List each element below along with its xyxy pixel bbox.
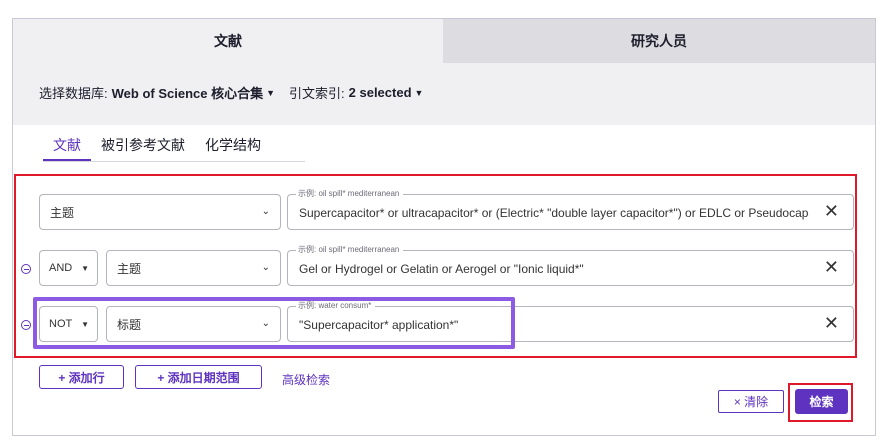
operator-select-row2[interactable]: AND ▼: [39, 250, 98, 286]
subtab-chemical-structures[interactable]: 化学结构: [195, 134, 271, 161]
query-input-row1[interactable]: 示例: oil spill* mediterranean Supercapaci…: [287, 188, 854, 230]
search-button[interactable]: 检索: [795, 389, 848, 414]
add-row-button[interactable]: + 添加行: [39, 365, 124, 389]
field-select-row1[interactable]: 主题 ⌄: [39, 194, 281, 230]
operator-value: AND: [49, 262, 73, 274]
chevron-down-icon: ▼: [81, 320, 89, 329]
field-select-value: 主题: [50, 205, 75, 220]
minus-circle-icon[interactable]: [21, 320, 31, 330]
field-select-value: 主题: [117, 261, 142, 276]
subtab-cited-references[interactable]: 被引参考文献: [91, 134, 195, 161]
operator-value: NOT: [49, 318, 73, 330]
database-bar: 选择数据库: Web of Science 核心合集 ▼ 引文索引: 2 sel…: [13, 63, 875, 125]
query-input-row2[interactable]: 示例: oil spill* mediterranean Gel or Hydr…: [287, 244, 854, 286]
query-hint: 示例: oil spill* mediterranean: [296, 188, 404, 199]
field-select-row3[interactable]: 标题 ⌄: [106, 306, 281, 342]
query-value[interactable]: "Supercapacitor* application*": [299, 318, 809, 332]
add-date-range-button[interactable]: + 添加日期范围: [135, 365, 262, 389]
chevron-down-icon: ⌄: [261, 318, 270, 329]
top-tabs: 文献 研究人员: [13, 19, 875, 63]
close-icon[interactable]: ✕: [824, 313, 839, 334]
citation-index-select[interactable]: 2 selected: [349, 85, 412, 100]
chevron-down-icon[interactable]: ▼: [415, 88, 424, 98]
database-select[interactable]: Web of Science 核心合集: [112, 83, 263, 102]
citation-index-label: 引文索引:: [289, 86, 345, 101]
chevron-down-icon: ⌄: [261, 262, 270, 273]
advanced-search-link[interactable]: 高级检索: [282, 371, 330, 388]
database-selector-row: 选择数据库: Web of Science 核心合集 ▼ 引文索引: 2 sel…: [39, 83, 423, 102]
chevron-down-icon: ▼: [81, 264, 89, 273]
database-label: 选择数据库:: [39, 86, 108, 101]
close-icon[interactable]: ✕: [824, 257, 839, 278]
field-select-row2[interactable]: 主题 ⌄: [106, 250, 281, 286]
tab-documents[interactable]: 文献: [13, 19, 443, 63]
tab-researchers[interactable]: 研究人员: [443, 19, 875, 63]
chevron-down-icon: ⌄: [261, 206, 270, 217]
query-hint: 示例: water consum*: [296, 300, 376, 311]
chevron-down-icon[interactable]: ▼: [266, 88, 275, 98]
query-value[interactable]: Supercapacitor* or ultracapacitor* or (E…: [299, 206, 809, 220]
minus-circle-icon[interactable]: [21, 264, 31, 274]
close-icon[interactable]: ✕: [824, 201, 839, 222]
query-hint: 示例: oil spill* mediterranean: [296, 244, 404, 255]
field-select-value: 标题: [117, 317, 142, 332]
operator-select-row3[interactable]: NOT ▼: [39, 306, 98, 342]
sub-tabs: 文献 被引参考文献 化学结构: [43, 134, 305, 162]
subtab-documents[interactable]: 文献: [43, 134, 91, 161]
clear-button[interactable]: × 清除: [718, 390, 784, 413]
query-value[interactable]: Gel or Hydrogel or Gelatin or Aerogel or…: [299, 262, 809, 276]
query-input-row3[interactable]: 示例: water consum* "Supercapacitor* appli…: [287, 300, 854, 342]
